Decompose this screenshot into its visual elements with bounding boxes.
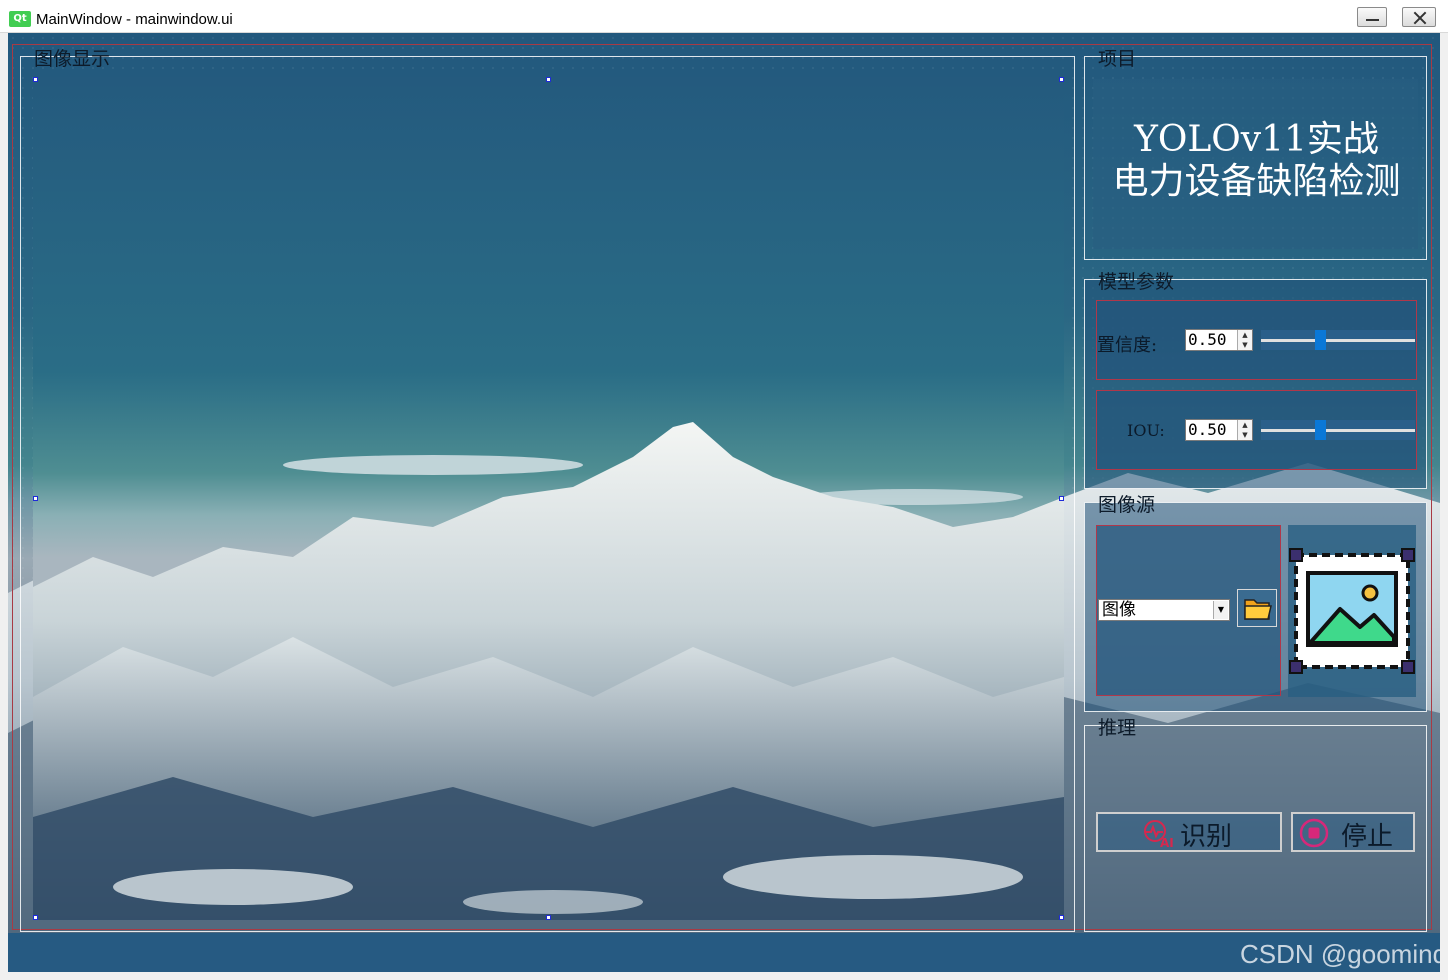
source-combobox[interactable]: 图像 ▼ — [1098, 599, 1230, 621]
model-params-title: 模型参数 — [1098, 271, 1175, 293]
project-heading: YOLOv11实战 电力设备缺陷检测 — [1085, 119, 1428, 203]
image-display-group: 图像显示 — [20, 48, 1075, 932]
detect-button[interactable]: AI 识别 — [1096, 812, 1282, 852]
stop-button[interactable]: 停止 — [1291, 812, 1415, 852]
resize-handle[interactable] — [1059, 496, 1064, 501]
spin-arrows-icon[interactable]: ▲ ▼ — [1237, 330, 1252, 350]
image-source-title: 图像源 — [1098, 494, 1156, 516]
stop-button-label: 停止 — [1341, 822, 1394, 852]
project-heading-line1: YOLOv11实战 — [1134, 119, 1379, 160]
resize-handle[interactable] — [1059, 77, 1064, 82]
confidence-value: 0.50 — [1188, 330, 1227, 349]
resize-handle[interactable] — [33, 77, 38, 82]
title-bar: Qt MainWindow - mainwindow.ui — [0, 0, 1448, 33]
confidence-label: 置信度: — [1097, 335, 1158, 356]
main-window-client: 图像显示 项目 YOLOv11实战 电力设备缺陷检测 模型参数 置信度: 0.5… — [8, 33, 1440, 972]
resize-handle[interactable] — [1059, 915, 1064, 920]
chevron-down-icon[interactable]: ▼ — [1213, 601, 1228, 619]
iou-spinbox[interactable]: 0.50 ▲ ▼ — [1185, 419, 1253, 441]
image-display-label[interactable] — [33, 77, 1064, 920]
resize-handle[interactable] — [546, 915, 551, 920]
project-group: 项目 YOLOv11实战 电力设备缺陷检测 — [1084, 48, 1428, 260]
iou-label: IOU: — [1127, 421, 1165, 440]
iou-slider-handle[interactable] — [1315, 420, 1326, 440]
confidence-row: 置信度: 0.50 ▲ ▼ — [1096, 300, 1417, 380]
close-button[interactable] — [1402, 7, 1436, 27]
display-mountain-image — [33, 422, 1064, 920]
inference-title: 推理 — [1098, 717, 1137, 739]
confidence-spinbox[interactable]: 0.50 ▲ ▼ — [1185, 329, 1253, 351]
image-source-group: 图像源 图像 ▼ — [1084, 494, 1427, 712]
iou-row: IOU: 0.50 ▲ ▼ — [1096, 390, 1417, 470]
minimize-button[interactable] — [1357, 7, 1387, 27]
project-heading-line2: 电力设备缺陷检测 — [1112, 161, 1401, 202]
inference-group: 推理 AI 识别 停止 — [1084, 717, 1427, 932]
iou-slider[interactable] — [1261, 420, 1415, 440]
project-group-title: 项目 — [1098, 48, 1137, 70]
svg-text:AI: AI — [1160, 836, 1174, 848]
qt-app-icon: Qt — [9, 11, 31, 27]
status-bar — [8, 933, 1440, 972]
watermark-text: CSDN @goomind — [1240, 939, 1440, 969]
stop-icon — [1299, 818, 1329, 848]
ai-detect-icon: AI — [1144, 820, 1174, 848]
folder-icon — [1244, 599, 1272, 620]
confidence-slider[interactable] — [1261, 330, 1415, 350]
resize-handle[interactable] — [546, 77, 551, 82]
detect-button-label: 识别 — [1180, 822, 1233, 852]
window-title: MainWindow - mainwindow.ui — [36, 11, 233, 28]
resize-handle[interactable] — [33, 496, 38, 501]
open-folder-button[interactable] — [1237, 589, 1277, 627]
image-preview-button[interactable] — [1288, 525, 1416, 697]
confidence-slider-handle[interactable] — [1315, 330, 1326, 350]
source-combobox-value: 图像 — [1102, 600, 1136, 620]
minimize-icon — [1366, 19, 1379, 21]
iou-value: 0.50 — [1188, 420, 1227, 439]
image-display-title: 图像显示 — [34, 48, 111, 70]
model-params-group: 模型参数 置信度: 0.50 ▲ ▼ IOU: 0.50 ▲ ▼ — [1084, 271, 1427, 489]
resize-handle[interactable] — [33, 915, 38, 920]
image-icon — [1289, 548, 1415, 674]
spin-arrows-icon[interactable]: ▲ ▼ — [1237, 420, 1252, 440]
